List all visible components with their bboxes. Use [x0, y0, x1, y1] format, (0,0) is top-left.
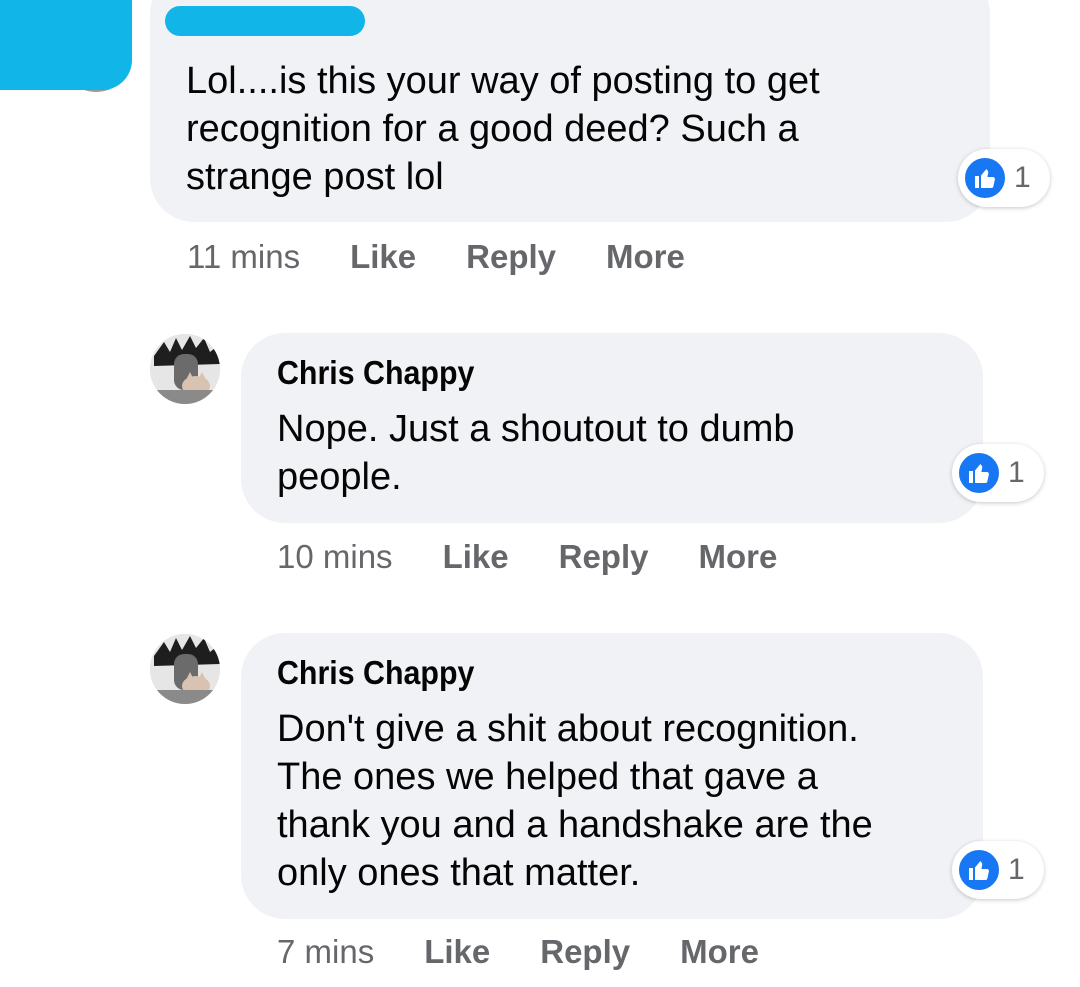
like-button[interactable]: Like: [443, 538, 509, 576]
author-name[interactable]: Chris Chappy: [277, 354, 474, 392]
more-button[interactable]: More: [680, 933, 759, 971]
reaction-count: 1: [1014, 161, 1031, 194]
comment-text: Nope. Just a shoutout to dumb people.: [277, 408, 795, 498]
timestamp[interactable]: 11 mins: [187, 238, 300, 276]
avatar[interactable]: [150, 634, 220, 704]
reply-button[interactable]: Reply: [466, 238, 556, 276]
author-name-redacted: [165, 6, 365, 36]
redaction-mark: [0, 0, 132, 90]
reaction-count: 1: [1008, 456, 1025, 489]
reaction-summary[interactable]: 1: [952, 841, 1044, 899]
reaction-summary[interactable]: 1: [958, 149, 1050, 207]
comment-actions: 10 mins Like Reply More: [277, 538, 827, 576]
more-button[interactable]: More: [606, 238, 685, 276]
comment-actions: 7 mins Like Reply More: [277, 933, 809, 971]
avatar[interactable]: [150, 334, 220, 404]
thumbs-up-icon: [956, 847, 1002, 893]
more-button[interactable]: More: [698, 538, 777, 576]
reply-button[interactable]: Reply: [540, 933, 630, 971]
comment-text: Lol....is this your way of posting to ge…: [186, 60, 820, 198]
thumbs-up-icon: [956, 450, 1002, 496]
reaction-summary[interactable]: 1: [952, 444, 1044, 502]
like-button[interactable]: Like: [424, 933, 490, 971]
like-button[interactable]: Like: [350, 238, 416, 276]
reaction-count: 1: [1008, 853, 1025, 886]
author-name[interactable]: Chris Chappy: [277, 654, 474, 692]
reply-button[interactable]: Reply: [559, 538, 649, 576]
timestamp[interactable]: 10 mins: [277, 538, 393, 576]
comment-actions: 11 mins Like Reply More: [187, 238, 735, 276]
timestamp[interactable]: 7 mins: [277, 933, 374, 971]
comment-text: Don't give a shit about recognition. The…: [277, 708, 873, 894]
thumbs-up-icon: [962, 155, 1008, 201]
